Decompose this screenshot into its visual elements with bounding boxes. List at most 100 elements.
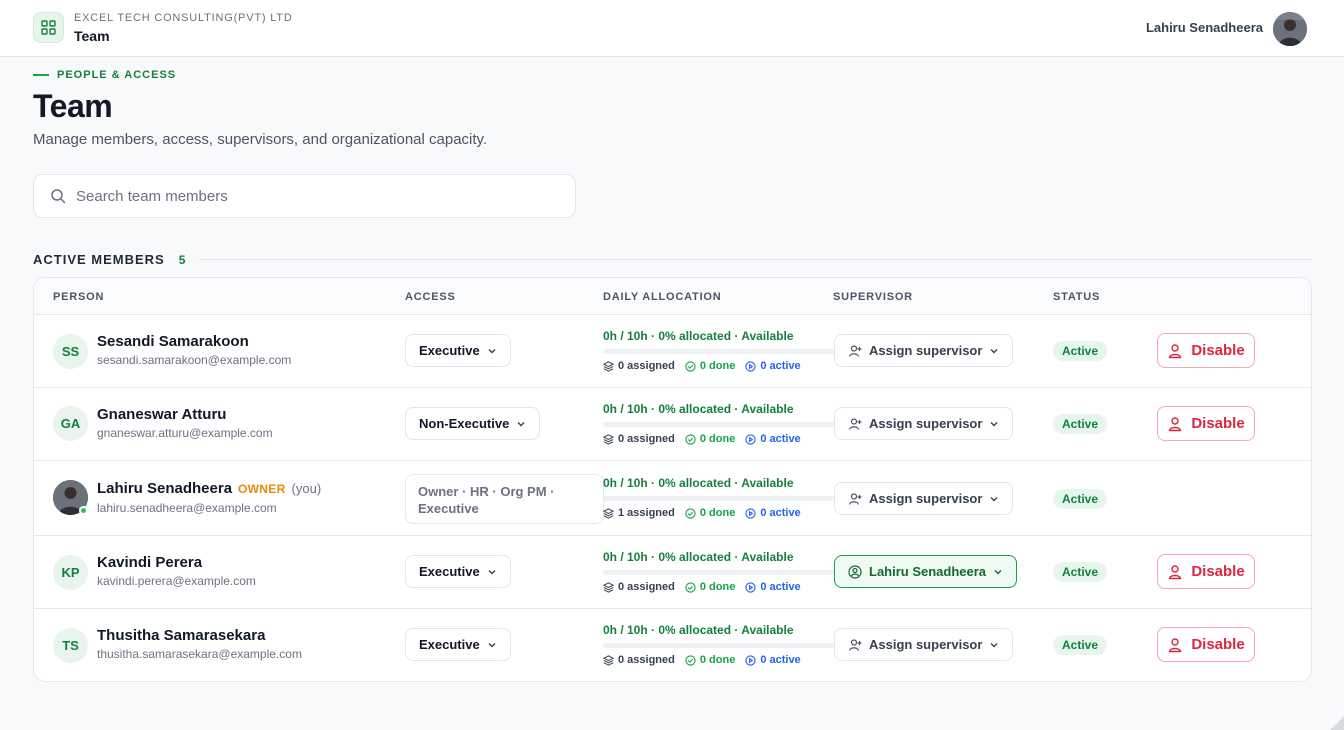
assigned-count: 0 assigned: [603, 360, 675, 372]
section-label: ACTIVE MEMBERS: [33, 252, 165, 267]
active-count: 0 active: [745, 581, 801, 593]
layers-icon: [603, 360, 614, 372]
active-members-heading: ACTIVE MEMBERS 5: [33, 252, 1312, 267]
user-plus-icon: [848, 417, 862, 430]
allocation-bar: [603, 643, 835, 648]
access-dropdown[interactable]: Executive: [405, 555, 511, 588]
disable-button[interactable]: Disable: [1157, 406, 1255, 441]
user-avatar[interactable]: [1273, 12, 1307, 46]
member-name: Thusitha Samarasekara: [97, 627, 266, 644]
status-badge: Active: [1053, 341, 1108, 361]
disable-button[interactable]: Disable: [1157, 333, 1255, 368]
search-input[interactable]: [76, 187, 556, 205]
access-label: Executive: [419, 637, 480, 652]
user-icon: [1169, 637, 1182, 652]
chevron-down-icon: [990, 421, 998, 426]
user-icon: [1169, 416, 1182, 431]
done-count: 0 done: [685, 433, 735, 445]
check-circle-icon: [685, 654, 696, 666]
access-label: Non-Executive: [419, 416, 510, 431]
owner-badge: OWNER: [238, 482, 286, 496]
supervisor-dropdown[interactable]: Lahiru Senadheera: [834, 555, 1018, 588]
chevron-down-icon: [990, 496, 998, 501]
assign-supervisor-dropdown[interactable]: Assign supervisor: [834, 407, 1014, 440]
user-plus-icon: [848, 344, 862, 357]
daily-allocation: 0h / 10h · 0% allocated · Available 0 as…: [603, 402, 835, 445]
assigned-count: 0 assigned: [603, 654, 675, 666]
access-dropdown[interactable]: Executive: [405, 334, 511, 367]
topbar-title: Team: [74, 28, 110, 44]
you-label: (you): [291, 481, 322, 496]
supervisor-label: Lahiru Senadheera: [869, 564, 987, 579]
member-name: Lahiru Senadheera OWNER (you): [97, 480, 322, 497]
allocation-bar: [603, 422, 835, 427]
daily-allocation: 0h / 10h · 0% allocated · Available 0 as…: [603, 329, 835, 372]
status-badge: Active: [1053, 562, 1108, 582]
avatar: SS: [53, 334, 88, 369]
assigned-count: 0 assigned: [603, 581, 675, 593]
disable-button[interactable]: Disable: [1157, 627, 1255, 662]
check-circle-icon: [685, 581, 696, 593]
access-label: Executive: [419, 564, 480, 579]
chevron-down-icon: [488, 348, 496, 353]
access-dropdown[interactable]: Executive: [405, 628, 511, 661]
play-circle-icon: [745, 360, 756, 372]
daily-allocation: 0h / 10h · 0% allocated · Available 0 as…: [603, 623, 835, 666]
current-user-name[interactable]: Lahiru Senadheera: [1146, 20, 1263, 35]
user-circle-icon: [848, 564, 862, 579]
column-person: PERSON: [53, 291, 105, 303]
access-roles: Owner · HR · Org PM · Executive: [405, 474, 604, 524]
search-icon: [51, 189, 66, 204]
eyebrow-label: PEOPLE & ACCESS: [57, 69, 177, 81]
column-supervisor: SUPERVISOR: [833, 291, 913, 303]
layers-icon: [603, 581, 614, 593]
allocation-summary: 0h / 10h · 0% allocated · Available: [603, 550, 794, 564]
chevron-down-icon: [990, 642, 998, 647]
allocation-bar: [603, 496, 835, 501]
supervisor-label: Assign supervisor: [869, 416, 983, 431]
allocation-summary: 0h / 10h · 0% allocated · Available: [603, 623, 794, 637]
member-email: gnaneswar.atturu@example.com: [97, 426, 273, 440]
member-email: sesandi.samarakoon@example.com: [97, 353, 292, 367]
daily-allocation: 0h / 10h · 0% allocated · Available 0 as…: [603, 550, 835, 593]
column-status: STATUS: [1053, 291, 1101, 303]
member-email: kavindi.perera@example.com: [97, 574, 256, 588]
table-header: PERSON ACCESS DAILY ALLOCATION SUPERVISO…: [34, 278, 1311, 315]
play-circle-icon: [745, 581, 756, 593]
grid-icon[interactable]: [33, 12, 64, 43]
org-name: EXCEL TECH CONSULTING(PVT) LTD: [74, 12, 293, 24]
allocation-bar: [603, 349, 835, 354]
eyebrow-dash: [33, 74, 49, 76]
user-icon: [1169, 564, 1182, 579]
avatar: GA: [53, 406, 88, 441]
assigned-count: 1 assigned: [603, 507, 675, 519]
column-access: ACCESS: [405, 291, 456, 303]
resize-handle[interactable]: [1330, 716, 1344, 730]
active-count: 0 active: [745, 433, 801, 445]
assign-supervisor-dropdown[interactable]: Assign supervisor: [834, 628, 1014, 661]
active-count: 0 active: [745, 507, 801, 519]
layers-icon: [603, 433, 614, 445]
access-dropdown[interactable]: Non-Executive: [405, 407, 541, 440]
assigned-count: 0 assigned: [603, 433, 675, 445]
done-count: 0 done: [685, 654, 735, 666]
layers-icon: [603, 507, 614, 519]
check-circle-icon: [685, 360, 696, 372]
table-row: KP Kavindi Perera kavindi.perera@example…: [34, 536, 1311, 609]
supervisor-label: Assign supervisor: [869, 491, 983, 506]
assign-supervisor-dropdown[interactable]: Assign supervisor: [834, 482, 1014, 515]
done-count: 0 done: [685, 360, 735, 372]
chevron-down-icon: [488, 642, 496, 647]
chevron-down-icon: [488, 569, 496, 574]
disable-button[interactable]: Disable: [1157, 554, 1255, 589]
section-divider: [199, 259, 1312, 260]
search-box[interactable]: [33, 174, 576, 218]
column-daily-allocation: DAILY ALLOCATION: [603, 291, 722, 303]
member-name: Sesandi Samarakoon: [97, 333, 249, 350]
status-badge: Active: [1053, 635, 1108, 655]
member-name: Gnaneswar Atturu: [97, 406, 227, 423]
assign-supervisor-dropdown[interactable]: Assign supervisor: [834, 334, 1014, 367]
chevron-down-icon: [990, 348, 998, 353]
table-row: TS Thusitha Samarasekara thusitha.samara…: [34, 609, 1311, 681]
check-circle-icon: [685, 507, 696, 519]
